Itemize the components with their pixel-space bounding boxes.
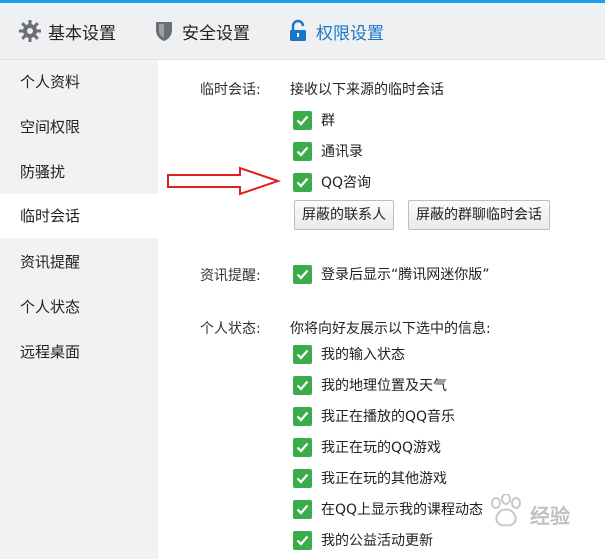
checkbox-label: 我正在播放的QQ音乐 [321, 409, 456, 425]
checkbox-course-activity[interactable] [293, 499, 312, 519]
checkbox-row-mini-news: 登录后显示“腾讯网迷你版” [293, 264, 490, 284]
watermark-text: 经验 [530, 504, 570, 528]
personal-status-description: 你将向好友展示以下选中的信息: [290, 321, 491, 337]
shield-icon [152, 19, 176, 43]
checkbox-row-other-game: 我正在玩的其他游戏 [293, 468, 447, 488]
checkbox-charity-update[interactable] [293, 530, 312, 550]
checkbox-row-qq-game: 我正在玩的QQ游戏 [293, 437, 441, 457]
checkbox-label: QQ咨询 [321, 175, 372, 191]
blocked-group-sessions-button[interactable]: 屏蔽的群聊临时会话 [408, 200, 550, 230]
checkbox-label: 我正在玩的QQ游戏 [321, 440, 442, 456]
gear-icon [18, 19, 42, 43]
tab-basic-settings[interactable]: 基本设置 [18, 3, 116, 59]
news-reminder-label: 资讯提醒: [200, 268, 261, 284]
checkbox-label: 登录后显示“腾讯网迷你版” [321, 267, 490, 283]
checkbox-label: 我正在玩的其他游戏 [321, 471, 447, 487]
tab-label: 权限设置 [316, 23, 384, 44]
tab-security-settings[interactable]: 安全设置 [152, 3, 250, 59]
red-arrow-annotation [167, 166, 282, 196]
settings-panel: 临时会话: 接收以下来源的临时会话 群 通讯录 QQ咨询 屏蔽的联系人 屏蔽的群… [158, 60, 605, 559]
check-icon [296, 442, 309, 453]
blocked-contacts-button[interactable]: 屏蔽的联系人 [294, 200, 394, 230]
sidebar-item-personal-status[interactable]: 个人状态 [0, 292, 158, 322]
checkbox-row-location-weather: 我的地理位置及天气 [293, 375, 447, 395]
sidebar-item-space-permission[interactable]: 空间权限 [0, 112, 158, 142]
checkbox-qq-game[interactable] [293, 437, 312, 457]
temp-session-label: 临时会话: [200, 82, 261, 98]
check-icon [296, 146, 309, 157]
settings-tab-bar: 基本设置 安全设置 权限设置 [0, 3, 605, 60]
check-icon [296, 473, 309, 484]
tab-label: 基本设置 [48, 23, 116, 44]
sidebar-item-personal-profile[interactable]: 个人资料 [0, 67, 158, 97]
tab-permission-settings[interactable]: 权限设置 [286, 3, 384, 59]
check-icon [296, 349, 309, 360]
checkbox-row-qq-consult: QQ咨询 [293, 172, 371, 192]
checkbox-mini-news[interactable] [293, 264, 312, 284]
checkbox-label: 群 [321, 113, 335, 129]
checkbox-label: 我的输入状态 [321, 347, 405, 363]
checkbox-group[interactable] [293, 110, 312, 130]
tab-label: 安全设置 [182, 23, 250, 44]
checkbox-label: 在QQ上显示我的课程动态 [321, 502, 484, 518]
check-icon [296, 269, 309, 280]
checkbox-qq-consult[interactable] [293, 172, 312, 192]
sidebar-item-remote-desktop[interactable]: 远程桌面 [0, 337, 158, 367]
temp-session-description: 接收以下来源的临时会话 [290, 82, 444, 98]
check-icon [296, 115, 309, 126]
checkbox-typing-status[interactable] [293, 344, 312, 364]
sidebar-item-temp-session[interactable]: 临时会话 [0, 194, 158, 238]
check-icon [296, 177, 309, 188]
checkbox-label: 通讯录 [321, 144, 363, 160]
lock-icon [286, 19, 310, 43]
checkbox-location-weather[interactable] [293, 375, 312, 395]
personal-status-label: 个人状态: [200, 321, 261, 337]
checkbox-row-charity-update: 我的公益活动更新 [293, 530, 433, 550]
checkbox-other-game[interactable] [293, 468, 312, 488]
checkbox-row-course-activity: 在QQ上显示我的课程动态 [293, 499, 483, 519]
checkbox-row-typing-status: 我的输入状态 [293, 344, 405, 364]
sidebar: 个人资料 空间权限 防骚扰 临时会话 资讯提醒 个人状态 远程桌面 [0, 60, 158, 559]
checkbox-row-contacts: 通讯录 [293, 141, 363, 161]
check-icon [296, 380, 309, 391]
checkbox-row-group: 群 [293, 110, 335, 130]
checkbox-contacts[interactable] [293, 141, 312, 161]
checkbox-row-qq-music: 我正在播放的QQ音乐 [293, 406, 455, 426]
sidebar-item-anti-harassment[interactable]: 防骚扰 [0, 157, 158, 187]
checkbox-label: 我的公益活动更新 [321, 533, 433, 549]
sidebar-item-news-reminder[interactable]: 资讯提醒 [0, 247, 158, 277]
check-icon [296, 535, 309, 546]
check-icon [296, 504, 309, 515]
checkbox-qq-music[interactable] [293, 406, 312, 426]
baidu-jingyan-watermark: 经验 [486, 493, 598, 536]
checkbox-label: 我的地理位置及天气 [321, 378, 447, 394]
check-icon [296, 411, 309, 422]
